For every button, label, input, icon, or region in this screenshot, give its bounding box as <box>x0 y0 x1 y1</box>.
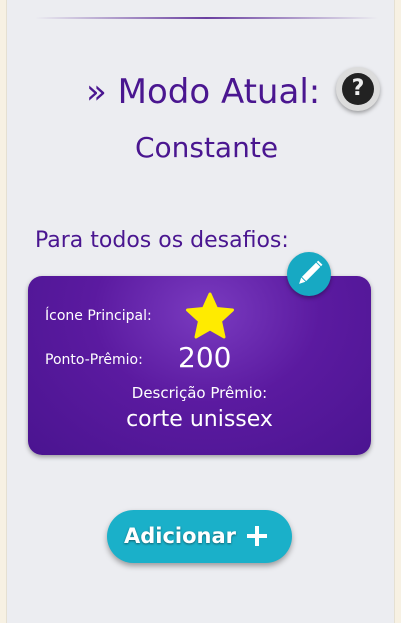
current-mode-value: Constante <box>134 131 279 164</box>
reward-points-value: 200 <box>178 341 232 374</box>
star-icon <box>186 292 234 339</box>
reward-description-label: Descrição Prêmio: <box>131 384 268 402</box>
reward-points-label: Ponto-Prêmio: <box>45 352 143 368</box>
top-divider <box>35 17 378 19</box>
plus-icon <box>247 526 267 546</box>
question-icon: ? <box>342 73 374 105</box>
main-icon-label: Ícone Principal: <box>45 308 152 324</box>
edit-reward-button[interactable] <box>287 252 331 296</box>
mode-title: » Modo Atual: <box>86 72 321 112</box>
help-button[interactable]: ? <box>336 67 380 111</box>
pencil-icon <box>299 260 323 284</box>
section-label: Para todos os desafios: <box>35 228 289 253</box>
add-button[interactable]: Adicionar <box>107 510 292 563</box>
add-button-label: Adicionar <box>124 524 237 548</box>
reward-description-value: corte unissex <box>126 407 273 432</box>
reward-card: Ícone Principal: Ponto-Prêmio: 200 Descr… <box>28 276 371 455</box>
